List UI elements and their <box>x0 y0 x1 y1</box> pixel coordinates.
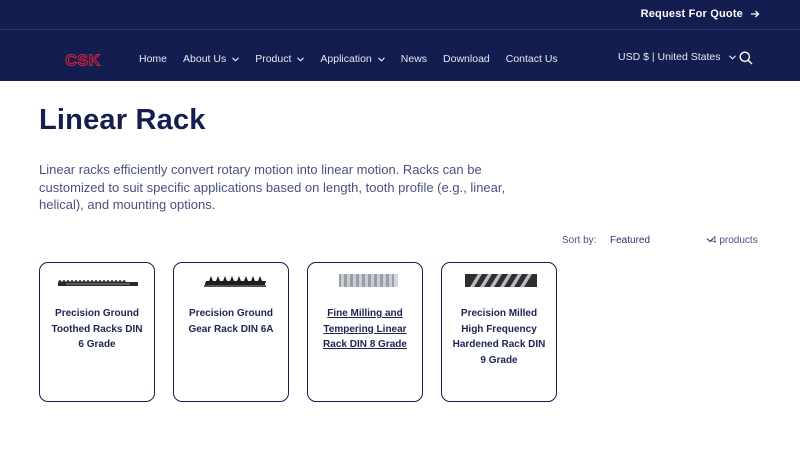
product-image <box>204 276 266 287</box>
chevron-down-icon <box>297 56 305 62</box>
nav-home[interactable]: Home <box>139 53 167 65</box>
sort-label: Sort by: <box>562 235 597 246</box>
nav-application-label: Application <box>320 53 372 65</box>
csk-logo[interactable]: CSK <box>62 51 104 69</box>
product-image <box>339 274 398 287</box>
request-quote-label: Request For Quote <box>640 8 743 20</box>
product-title[interactable]: Precision Ground Gear Rack DIN 6A <box>182 306 280 337</box>
nav-contact-label: Contact Us <box>505 53 558 65</box>
sort-select[interactable]: Featured <box>610 235 710 246</box>
request-quote-link[interactable]: Request For Quote <box>641 8 760 20</box>
product-card[interactable]: Precision Ground Gear Rack DIN 6A <box>173 262 289 402</box>
product-card[interactable]: Precision Milled High Frequency Hardened… <box>441 262 557 402</box>
nav-application[interactable]: Application <box>320 53 385 65</box>
nav-about-us[interactable]: About Us <box>183 53 240 65</box>
nav-download-label: Download <box>443 53 490 65</box>
nav-home-label: Home <box>139 53 168 65</box>
product-title[interactable]: Precision Ground Toothed Racks DIN 6 Gra… <box>48 306 146 353</box>
nav-about-label: About Us <box>183 53 227 65</box>
nav-product[interactable]: Product <box>255 53 305 65</box>
chevron-down-icon <box>232 56 240 62</box>
svg-text:CSK: CSK <box>65 53 100 70</box>
nav-news-label: News <box>400 53 428 65</box>
nav-contact-us[interactable]: Contact Us <box>506 53 558 65</box>
currency-selector[interactable]: USD $ | United States <box>618 51 736 63</box>
product-card[interactable]: Fine Milling and Tempering Linear Rack D… <box>307 262 423 402</box>
product-card[interactable]: Precision Ground Toothed Racks DIN 6 Gra… <box>39 262 155 402</box>
currency-label: USD $ | United States <box>618 51 721 63</box>
search-icon[interactable] <box>739 51 753 65</box>
main-navigation: Home About Us Product Application News D… <box>139 53 574 65</box>
product-title[interactable]: Precision Milled High Frequency Hardened… <box>450 306 548 368</box>
chevron-down-icon <box>728 54 736 60</box>
product-image <box>465 274 537 287</box>
collection-description: Linear racks efficiently convert rotary … <box>39 162 506 212</box>
chevron-down-icon <box>377 56 385 62</box>
product-image <box>58 280 138 286</box>
nav-news[interactable]: News <box>401 53 427 65</box>
product-title[interactable]: Fine Milling and Tempering Linear Rack D… <box>316 306 414 353</box>
page-title: Linear Rack <box>39 104 206 136</box>
nav-product-label: Product <box>255 53 292 65</box>
header-nav: CSK Home About Us Product Application Ne… <box>0 29 800 81</box>
arrow-right-icon <box>751 10 760 18</box>
product-count: 4 products <box>711 235 758 246</box>
announcement-bar: Request For Quote <box>0 0 800 29</box>
nav-download[interactable]: Download <box>443 53 490 65</box>
